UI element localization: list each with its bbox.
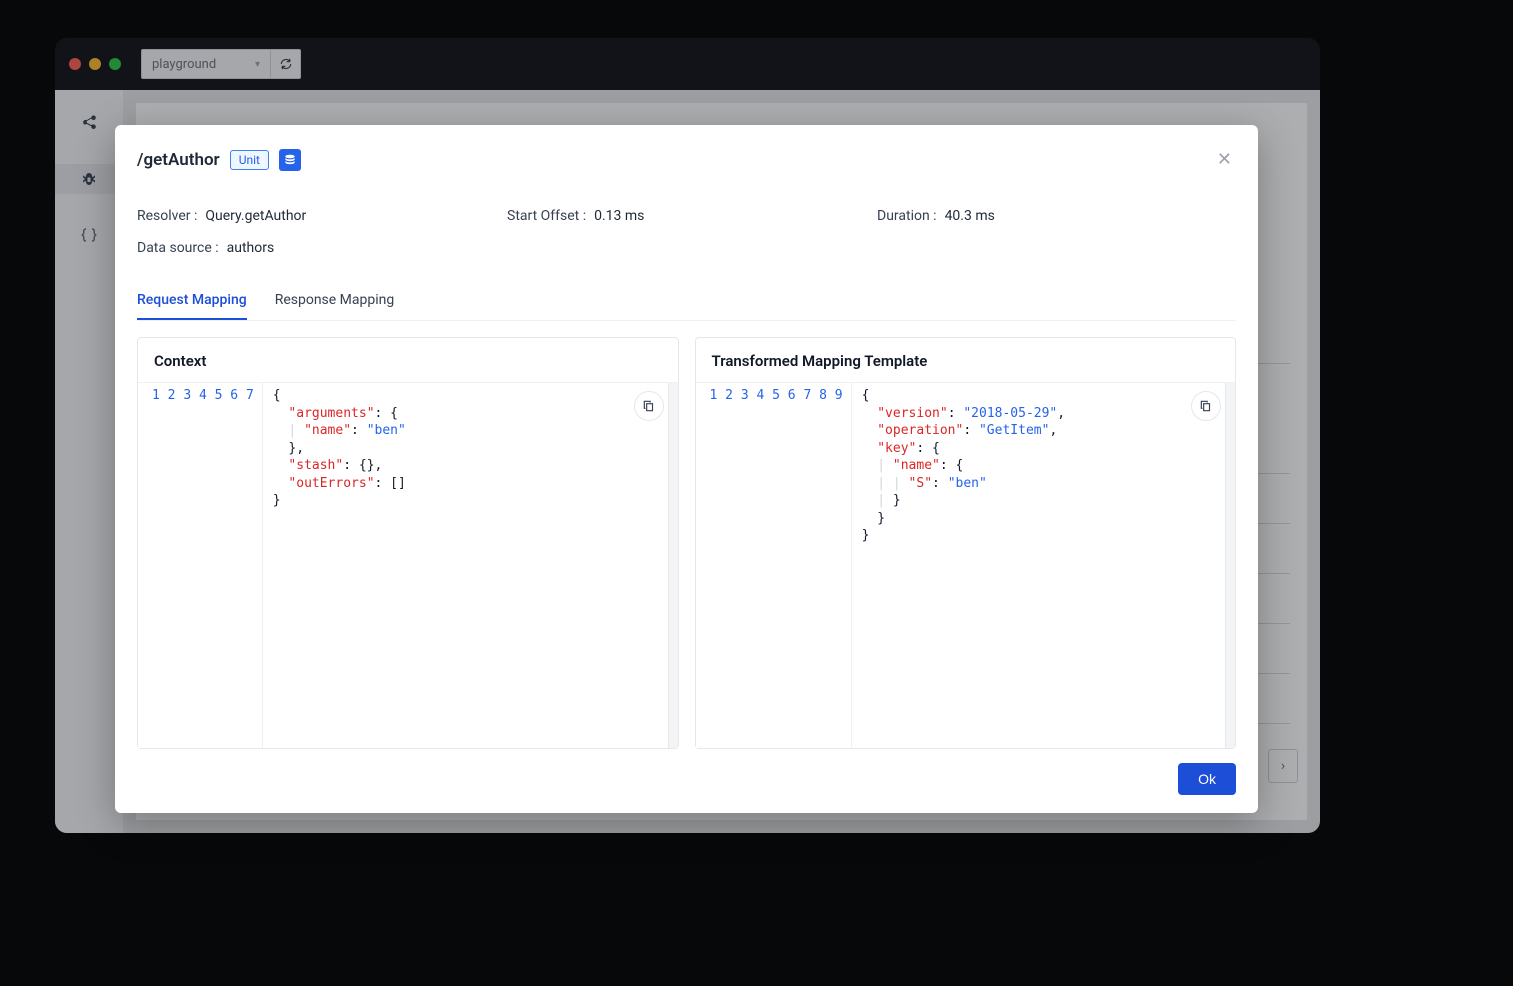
resolver-value: Query.getAuthor [205,208,306,224]
duration-label: Duration : [877,208,937,224]
offset-meta: Start Offset : 0.13 ms [507,208,877,224]
tab-response-mapping[interactable]: Response Mapping [275,282,395,320]
offset-label: Start Offset : [507,208,586,224]
copy-icon [642,399,656,413]
duration-value: 40.3 ms [945,208,995,224]
modal-title: /getAuthor [137,150,220,170]
datasource-icon [279,149,301,171]
template-scrollbar[interactable] [1225,383,1235,748]
template-panel: Transformed Mapping Template 1 2 3 4 5 6… [695,337,1237,749]
ok-button[interactable]: Ok [1178,763,1236,795]
template-panel-title: Transformed Mapping Template [696,338,1236,382]
context-code-wrap: 1 2 3 4 5 6 7 { "arguments": { | "name":… [138,382,678,748]
template-gutter: 1 2 3 4 5 6 7 8 9 [696,383,851,748]
resolver-type-badge: Unit [230,150,269,170]
context-panel: Context 1 2 3 4 5 6 7 { "arguments": { |… [137,337,679,749]
meta-row-2: Data source : authors [137,240,1236,256]
context-gutter: 1 2 3 4 5 6 7 [138,383,262,748]
copy-template-button[interactable] [1191,391,1221,421]
tab-request-mapping[interactable]: Request Mapping [137,282,247,320]
template-code-wrap: 1 2 3 4 5 6 7 8 9 { "version": "2018-05-… [696,382,1236,748]
offset-value: 0.13 ms [594,208,644,224]
resolver-meta: Resolver : Query.getAuthor [137,208,507,224]
copy-context-button[interactable] [634,391,664,421]
datasource-meta: Data source : authors [137,240,274,256]
duration-meta: Duration : 40.3 ms [877,208,995,224]
code-panels: Context 1 2 3 4 5 6 7 { "arguments": { |… [137,337,1236,749]
resolver-label: Resolver : [137,208,197,224]
context-panel-title: Context [138,338,678,382]
copy-icon [1199,399,1213,413]
modal-header: /getAuthor Unit ✕ [137,145,1236,174]
context-scrollbar[interactable] [668,383,678,748]
context-code[interactable]: { "arguments": { | "name": "ben" }, "sta… [262,383,668,748]
template-code[interactable]: { "version": "2018-05-29", "operation": … [851,383,1225,748]
modal-footer: Ok [115,749,1258,813]
resolver-modal: /getAuthor Unit ✕ Resolver : Query.getAu… [115,125,1258,813]
datasource-label: Data source : [137,240,219,256]
datasource-value: authors [227,240,275,256]
meta-row-1: Resolver : Query.getAuthor Start Offset … [137,208,1236,224]
mapping-tabs: Request Mapping Response Mapping [137,282,1236,321]
close-modal-button[interactable]: ✕ [1213,145,1236,174]
close-icon: ✕ [1217,149,1232,170]
